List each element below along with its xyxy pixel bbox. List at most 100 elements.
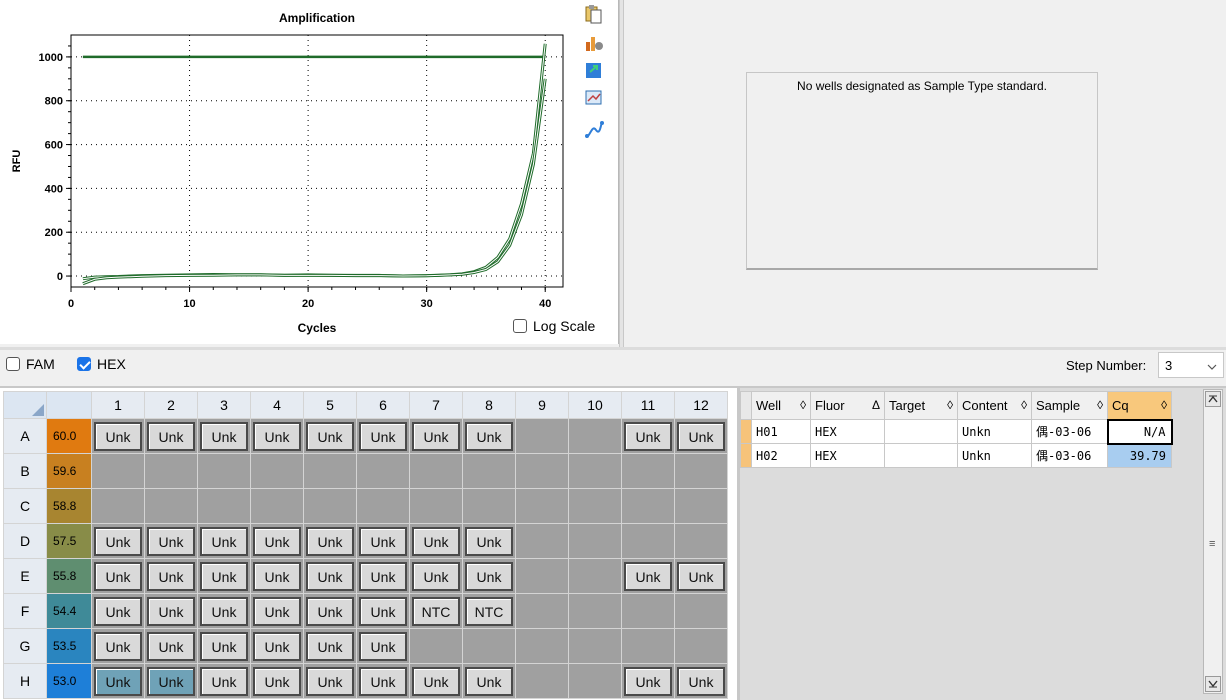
plate-well[interactable]: Unk — [356, 593, 410, 629]
well-content-button[interactable]: Unk — [253, 666, 301, 696]
plate-well[interactable]: NTC — [409, 593, 463, 629]
plate-well[interactable] — [144, 488, 198, 524]
well-content-button[interactable]: Unk — [200, 561, 248, 591]
plate-well[interactable]: Unk — [462, 663, 516, 699]
plate-well[interactable]: Unk — [409, 418, 463, 454]
table-cell-fluor[interactable]: HEX — [810, 443, 885, 468]
plate-well[interactable]: Unk — [91, 628, 145, 664]
fam-checkbox[interactable] — [6, 357, 20, 371]
plate-well[interactable] — [462, 628, 516, 664]
plate-well[interactable] — [674, 593, 728, 629]
plate-well[interactable]: Unk — [250, 628, 304, 664]
well-content-button[interactable]: Unk — [306, 666, 354, 696]
plate-well[interactable] — [621, 453, 675, 489]
well-content-button[interactable]: Unk — [677, 421, 725, 451]
plate-well[interactable] — [515, 453, 569, 489]
well-content-button[interactable]: Unk — [147, 631, 195, 661]
plate-well[interactable]: Unk — [197, 558, 251, 594]
plate-well[interactable]: Unk — [250, 593, 304, 629]
sort-icon[interactable]: Δ — [872, 398, 880, 412]
plate-row-header[interactable]: D — [3, 523, 47, 559]
curve-icon[interactable] — [584, 120, 604, 140]
well-content-button[interactable]: NTC — [465, 596, 513, 626]
plate-well[interactable]: Unk — [409, 523, 463, 559]
plate-well[interactable] — [303, 453, 357, 489]
plate-well[interactable] — [621, 523, 675, 559]
column-header-fluor[interactable]: Fluor Δ — [810, 391, 885, 420]
well-content-button[interactable]: Unk — [412, 561, 460, 591]
plate-well[interactable] — [568, 628, 622, 664]
scroll-up-button[interactable] — [1205, 391, 1221, 407]
plate-well[interactable]: Unk — [356, 523, 410, 559]
plate-well[interactable] — [674, 453, 728, 489]
plate-column-header[interactable]: 6 — [356, 391, 410, 419]
well-content-button[interactable]: Unk — [200, 421, 248, 451]
plate-column-header[interactable]: 12 — [674, 391, 728, 419]
table-cell-well[interactable]: H02 — [751, 443, 811, 468]
plate-well[interactable] — [568, 488, 622, 524]
plate-well[interactable]: Unk — [91, 418, 145, 454]
plate-column-header[interactable]: 7 — [409, 391, 463, 419]
plate-well[interactable]: Unk — [144, 628, 198, 664]
plate-well[interactable]: Unk — [409, 663, 463, 699]
well-content-button[interactable]: Unk — [306, 631, 354, 661]
row-selector[interactable] — [740, 443, 752, 468]
plate-well[interactable]: Unk — [91, 558, 145, 594]
well-content-button[interactable]: Unk — [624, 666, 672, 696]
table-row[interactable]: H02 HEX Unkn 偶-03-06 39.79 — [740, 443, 1172, 468]
well-content-button[interactable]: Unk — [147, 526, 195, 556]
well-content-button[interactable]: Unk — [359, 596, 407, 626]
zoom-icon[interactable] — [584, 88, 604, 108]
plate-column-header[interactable]: 1 — [91, 391, 145, 419]
well-content-button[interactable]: Unk — [359, 526, 407, 556]
table-cell-target[interactable] — [884, 419, 958, 444]
plate-row-header[interactable]: H — [3, 663, 47, 699]
well-content-button[interactable]: Unk — [94, 421, 142, 451]
log-scale-checkbox[interactable] — [513, 319, 527, 333]
export-icon[interactable] — [584, 60, 604, 80]
well-content-button[interactable]: Unk — [677, 666, 725, 696]
plate-well[interactable]: Unk — [197, 418, 251, 454]
plate-well[interactable] — [91, 453, 145, 489]
plate-well[interactable] — [515, 663, 569, 699]
sort-icon[interactable]: ◊ — [1097, 398, 1103, 412]
plate-well[interactable]: Unk — [303, 628, 357, 664]
plate-well[interactable]: Unk — [462, 558, 516, 594]
sort-icon[interactable]: ◊ — [947, 398, 953, 412]
plate-well[interactable]: Unk — [356, 663, 410, 699]
plate-well[interactable]: NTC — [462, 593, 516, 629]
well-content-button[interactable]: Unk — [147, 421, 195, 451]
plate-well[interactable]: Unk — [197, 593, 251, 629]
plate-well[interactable]: Unk — [144, 593, 198, 629]
plate-well[interactable]: Unk — [91, 523, 145, 559]
plate-well[interactable] — [515, 488, 569, 524]
well-content-button[interactable]: Unk — [306, 596, 354, 626]
plate-well[interactable]: Unk — [303, 593, 357, 629]
plate-well[interactable]: Unk — [250, 523, 304, 559]
well-content-button[interactable]: Unk — [147, 561, 195, 591]
well-content-button[interactable]: Unk — [200, 631, 248, 661]
results-scrollbar[interactable]: ≡ — [1203, 389, 1223, 694]
plate-well[interactable]: Unk — [91, 663, 145, 699]
plate-well[interactable] — [621, 488, 675, 524]
table-cell-fluor[interactable]: HEX — [810, 419, 885, 444]
plate-well[interactable] — [356, 453, 410, 489]
plate-row-header[interactable]: A — [3, 418, 47, 454]
plate-well[interactable] — [568, 558, 622, 594]
plate-well[interactable] — [250, 488, 304, 524]
table-cell-cq[interactable]: 39.79 — [1107, 443, 1172, 468]
plate-well[interactable] — [515, 593, 569, 629]
plate-well[interactable]: Unk — [91, 593, 145, 629]
table-cell-content[interactable]: Unkn — [957, 443, 1032, 468]
well-content-button[interactable]: Unk — [359, 421, 407, 451]
well-content-button[interactable]: Unk — [465, 421, 513, 451]
plate-column-header[interactable]: 10 — [568, 391, 622, 419]
plate-row-header[interactable]: E — [3, 558, 47, 594]
plate-column-header[interactable]: 8 — [462, 391, 516, 419]
plate-well[interactable] — [409, 628, 463, 664]
plate-well[interactable] — [250, 453, 304, 489]
plate-well[interactable]: Unk — [674, 418, 728, 454]
table-cell-sample[interactable]: 偶-03-06 — [1031, 443, 1108, 468]
plate-column-header[interactable]: 2 — [144, 391, 198, 419]
plate-well[interactable]: Unk — [144, 418, 198, 454]
